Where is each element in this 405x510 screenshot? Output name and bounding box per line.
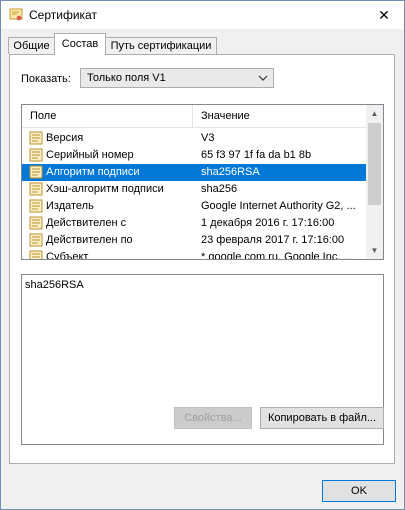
list-rows: Версия V3 Серийный номер 65 f3 97 1f fa da … (22, 130, 367, 260)
field-name: Издатель (46, 200, 94, 212)
fields-list[interactable]: Поле Значение Версия V3 Серийный номер 65 f… (21, 104, 384, 260)
certificate-field-icon (29, 250, 43, 259)
certificate-icon (9, 8, 23, 21)
field-value: *.google.com.ru, Google Inc, ... (201, 251, 353, 260)
value-detail-text: sha256RSA (25, 279, 84, 291)
certificate-dialog: Сертификат ✕ Общие Состав Путь сертифика… (0, 0, 405, 510)
column-header-value[interactable]: Значение (201, 110, 250, 122)
list-item[interactable]: Издатель Google Internet Authority G2, ..… (22, 198, 367, 215)
show-label: Показать: (21, 73, 71, 85)
chevron-down-icon (258, 75, 268, 81)
tab-certification-path[interactable]: Путь сертификации (105, 37, 217, 54)
close-icon: ✕ (378, 6, 390, 23)
field-value: sha256 (201, 183, 238, 195)
scroll-thumb[interactable] (368, 123, 381, 205)
field-name: Действителен с (46, 217, 127, 229)
list-item[interactable]: Версия V3 (22, 130, 367, 147)
certificate-field-icon (29, 216, 43, 230)
field-value: 1 декабря 2016 г. 17:16:00 (201, 217, 335, 229)
field-name: Хэш-алгоритм подписи (46, 183, 164, 195)
field-value: Google Internet Authority G2, ... (201, 200, 356, 212)
certificate-field-icon (29, 165, 43, 179)
copy-to-file-button[interactable]: Копировать в файл... (260, 407, 384, 429)
certificate-field-icon (29, 199, 43, 213)
list-item[interactable]: Серийный номер 65 f3 97 1f fa da b1 8b (22, 147, 367, 164)
list-item[interactable]: Алгоритм подписи sha256RSA (22, 164, 367, 181)
list-item[interactable]: Действителен по 23 февраля 2017 г. 17:16:… (22, 232, 367, 249)
list-item[interactable]: Хэш-алгоритм подписи sha256 (22, 181, 367, 198)
field-value: V3 (201, 132, 215, 144)
ok-button[interactable]: OK (322, 480, 396, 502)
title-bar: Сертификат ✕ (1, 1, 404, 29)
certificate-field-icon (29, 182, 43, 196)
properties-button[interactable]: Свойства... (174, 407, 252, 429)
list-item[interactable]: Субъект *.google.com.ru, Google Inc, ... (22, 249, 367, 260)
show-dropdown[interactable]: Только поля V1 (80, 68, 274, 88)
field-name: Серийный номер (46, 149, 134, 161)
field-value: 23 февраля 2017 г. 17:16:00 (201, 234, 345, 246)
column-header-field[interactable]: Поле (30, 110, 56, 122)
details-panel: Показать: Только поля V1 Поле Значение В… (9, 54, 395, 464)
certificate-field-icon (29, 148, 43, 162)
field-value: sha256RSA (201, 166, 260, 178)
field-name: Версия (46, 132, 84, 144)
list-item[interactable]: Действителен с 1 декабря 2016 г. 17:16:00 (22, 215, 367, 232)
field-name: Действителен по (46, 234, 133, 246)
list-header: Поле Значение (22, 105, 367, 128)
scroll-up-button[interactable]: ▲ (366, 105, 383, 122)
show-dropdown-value: Только поля V1 (87, 72, 166, 84)
scroll-down-button[interactable]: ▼ (366, 242, 383, 259)
close-button[interactable]: ✕ (364, 1, 404, 29)
certificate-field-icon (29, 131, 43, 145)
tab-general[interactable]: Общие (8, 37, 55, 54)
vertical-scrollbar[interactable]: ▲ ▼ (366, 105, 383, 259)
field-name: Алгоритм подписи (46, 166, 140, 178)
field-name: Субъект (46, 251, 89, 260)
tab-details[interactable]: Состав (54, 33, 106, 55)
tab-strip: Общие Состав Путь сертификации (1, 33, 404, 55)
window-title: Сертификат (29, 8, 97, 22)
column-divider[interactable] (192, 105, 193, 127)
certificate-field-icon (29, 233, 43, 247)
field-value: 65 f3 97 1f fa da b1 8b (201, 149, 312, 161)
